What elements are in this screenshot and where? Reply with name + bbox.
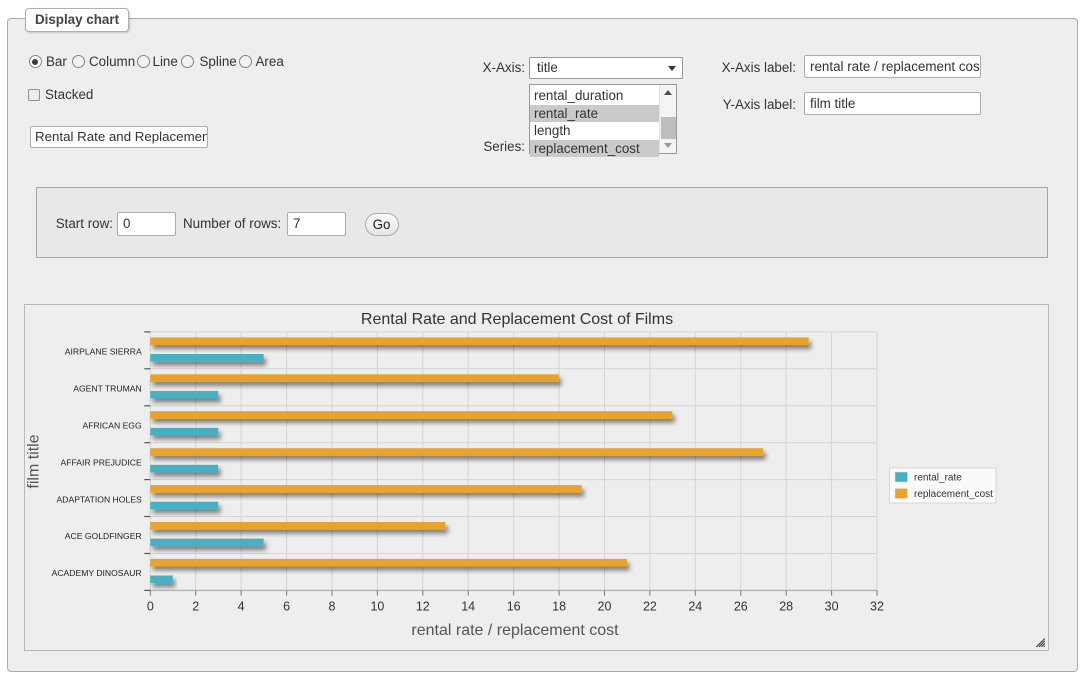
svg-text:0: 0 [147, 600, 154, 614]
svg-text:24: 24 [688, 600, 702, 614]
svg-text:AGENT TRUMAN: AGENT TRUMAN [73, 384, 141, 394]
svg-text:20: 20 [598, 600, 612, 614]
svg-text:ACADEMY DINOSAUR: ACADEMY DINOSAUR [52, 568, 142, 578]
svg-text:AFFAIR PREJUDICE: AFFAIR PREJUDICE [61, 457, 142, 467]
svg-text:30: 30 [825, 600, 839, 614]
svg-text:12: 12 [416, 600, 430, 614]
svg-text:8: 8 [329, 600, 336, 614]
svg-text:ACE GOLDFINGER: ACE GOLDFINGER [65, 531, 142, 541]
svg-text:16: 16 [507, 600, 521, 614]
svg-text:2: 2 [192, 600, 199, 614]
svg-text:26: 26 [734, 600, 748, 614]
svg-text:replacement_cost: replacement_cost [914, 489, 993, 500]
svg-text:rental rate / replacement cost: rental rate / replacement cost [411, 622, 619, 639]
svg-text:22: 22 [643, 600, 657, 614]
svg-text:4: 4 [238, 600, 245, 614]
svg-text:28: 28 [779, 600, 793, 614]
svg-text:14: 14 [461, 600, 475, 614]
svg-text:32: 32 [870, 600, 884, 614]
svg-text:rental_rate: rental_rate [914, 473, 962, 484]
svg-text:Rental Rate and Replacement Co: Rental Rate and Replacement Cost of Film… [361, 311, 673, 328]
svg-text:film title: film title [26, 434, 43, 488]
svg-text:18: 18 [552, 600, 566, 614]
svg-text:AFRICAN EGG: AFRICAN EGG [82, 420, 142, 430]
svg-text:10: 10 [370, 600, 384, 614]
svg-text:AIRPLANE SIERRA: AIRPLANE SIERRA [65, 347, 142, 357]
svg-text:6: 6 [283, 600, 290, 614]
svg-text:ADAPTATION HOLES: ADAPTATION HOLES [57, 494, 142, 504]
